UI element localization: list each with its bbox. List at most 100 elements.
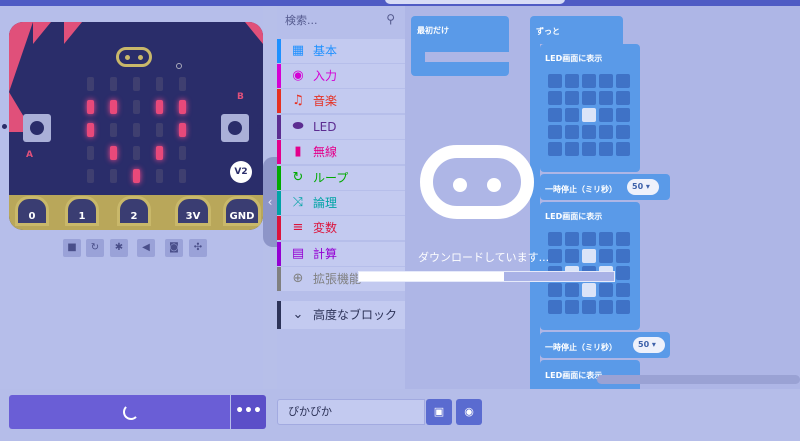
toolbox-category-item[interactable]: ⌄ 高度なブロック — [277, 301, 405, 329]
signal-bars-icon: ▮ — [294, 144, 302, 159]
project-name-input[interactable]: ぴかぴか — [277, 399, 425, 425]
led-cell[interactable] — [582, 283, 596, 297]
toolbox-category-item[interactable]: ↻ ループ — [277, 166, 405, 190]
led-cell[interactable] — [565, 74, 579, 88]
led-cell[interactable] — [599, 74, 613, 88]
toolbox-category-item[interactable]: ▮ 無線 — [277, 140, 405, 164]
led-pixel — [179, 77, 186, 91]
led-cell[interactable] — [616, 249, 630, 263]
shuffle-icon: ⤨ — [292, 195, 304, 210]
toolbox-category-item[interactable]: ⊕ 拡張機能 — [277, 267, 405, 291]
led-cell[interactable] — [548, 125, 562, 139]
stop-simulator-icon[interactable]: ■ — [63, 239, 81, 257]
led-cell[interactable] — [582, 91, 596, 105]
toolbox-category-label: ループ — [313, 171, 349, 185]
led-cell[interactable] — [582, 125, 596, 139]
led-cell[interactable] — [616, 266, 630, 280]
led-cell[interactable] — [582, 108, 596, 122]
editor-toggle[interactable] — [385, 0, 565, 4]
led-cell[interactable] — [599, 91, 613, 105]
led-cell[interactable] — [565, 125, 579, 139]
collapse-simulator-button[interactable]: ‹ — [263, 157, 277, 247]
led-cell[interactable] — [565, 266, 579, 280]
led-cell[interactable] — [616, 74, 630, 88]
led-cell[interactable] — [599, 108, 613, 122]
led-cell[interactable] — [599, 232, 613, 246]
screenshot-camera-icon[interactable]: ◙ — [165, 239, 183, 257]
save-icon[interactable]: ▣ — [426, 399, 452, 425]
button-b[interactable] — [221, 114, 249, 142]
led-cell[interactable] — [565, 232, 579, 246]
led-cell[interactable] — [599, 125, 613, 139]
fullscreen-icon[interactable]: ✣ — [189, 239, 207, 257]
download-button[interactable] — [9, 395, 230, 429]
workspace-scrollbar[interactable] — [597, 375, 800, 384]
led-cell[interactable] — [582, 266, 596, 280]
led-cell[interactable] — [582, 300, 596, 314]
led-pixel — [87, 146, 94, 160]
led-cell[interactable] — [616, 91, 630, 105]
led-pixel — [110, 169, 117, 183]
led-cell[interactable] — [582, 142, 596, 156]
led-cell[interactable] — [565, 283, 579, 297]
led-cell[interactable] — [616, 108, 630, 122]
search-input[interactable]: 検索... ⚲ — [285, 12, 397, 30]
pause-value-dropdown[interactable]: 50 ▾ — [633, 337, 665, 353]
debug-bug-icon[interactable]: ✱ — [110, 239, 128, 257]
microbit-logo[interactable] — [116, 47, 152, 67]
pin-1[interactable]: 1 — [65, 196, 99, 226]
toolbox-category-item[interactable]: ⤨ 論理 — [277, 191, 405, 215]
led-cell[interactable] — [548, 283, 562, 297]
block-workspace[interactable]: 最初だけ ずっと LED画面に表示 一時停止（ミリ秒） 50 ▾ LED画面に表… — [405, 6, 800, 389]
toolbox: 検索... ⚲ ▦ 基本 ◉ 入力 ♫ 音楽 ⬬ LED ▮ 無線 ↻ ループ ⤨ 論理 ≡ 変数 ▤ 計算 ⊕ 拡張… — [277, 6, 405, 389]
toolbox-category-item[interactable]: ≡ 変数 — [277, 216, 405, 240]
toolbox-category-item[interactable]: ◉ 入力 — [277, 64, 405, 88]
led-cell[interactable] — [548, 74, 562, 88]
led-cell[interactable] — [548, 108, 562, 122]
led-cell[interactable] — [548, 232, 562, 246]
led-cell[interactable] — [565, 142, 579, 156]
led-cell[interactable] — [616, 142, 630, 156]
grid-icon: ▦ — [291, 43, 305, 58]
led-cell[interactable] — [548, 300, 562, 314]
led-cell[interactable] — [565, 249, 579, 263]
pin-2[interactable]: 2 — [117, 196, 151, 226]
led-pixel — [156, 123, 163, 137]
pin-0[interactable]: 0 — [15, 196, 49, 226]
led-cell[interactable] — [565, 108, 579, 122]
led-cell[interactable] — [599, 300, 613, 314]
led-cell[interactable] — [565, 300, 579, 314]
led-cell[interactable] — [582, 249, 596, 263]
led-cell[interactable] — [565, 91, 579, 105]
toolbox-category-item[interactable]: ▦ 基本 — [277, 39, 405, 63]
restart-simulator-icon[interactable]: ↻ — [86, 239, 104, 257]
led-cell[interactable] — [548, 142, 562, 156]
led-cell[interactable] — [548, 249, 562, 263]
led-cell[interactable] — [582, 232, 596, 246]
toolbox-category-item[interactable]: ♫ 音楽 — [277, 89, 405, 113]
pause-value-dropdown[interactable]: 50 ▾ — [627, 179, 659, 195]
toolbox-category-item[interactable]: ⬬ LED — [277, 115, 405, 139]
led-cell[interactable] — [616, 283, 630, 297]
led-cell[interactable] — [599, 266, 613, 280]
led-cell[interactable] — [599, 249, 613, 263]
toolbox-category-item[interactable]: ▤ 計算 — [277, 242, 405, 266]
led-cell[interactable] — [582, 74, 596, 88]
led-grid[interactable] — [548, 74, 630, 156]
led-cell[interactable] — [616, 125, 630, 139]
search-icon[interactable]: ⚲ — [386, 12, 395, 26]
github-icon[interactable]: ◉ — [456, 399, 482, 425]
button-a[interactable] — [23, 114, 51, 142]
led-cell[interactable] — [548, 91, 562, 105]
led-cell[interactable] — [599, 142, 613, 156]
list-icon: ≡ — [292, 220, 304, 235]
led-cell[interactable] — [599, 283, 613, 297]
board-side-hole — [2, 124, 7, 129]
sound-icon[interactable]: ◀ — [137, 239, 155, 257]
led-cell[interactable] — [616, 232, 630, 246]
pause-value: 50 — [632, 182, 644, 191]
led-cell[interactable] — [548, 266, 562, 280]
led-cell[interactable] — [616, 300, 630, 314]
led-grid[interactable] — [548, 232, 630, 314]
more-options-button[interactable]: ••• — [231, 395, 266, 429]
